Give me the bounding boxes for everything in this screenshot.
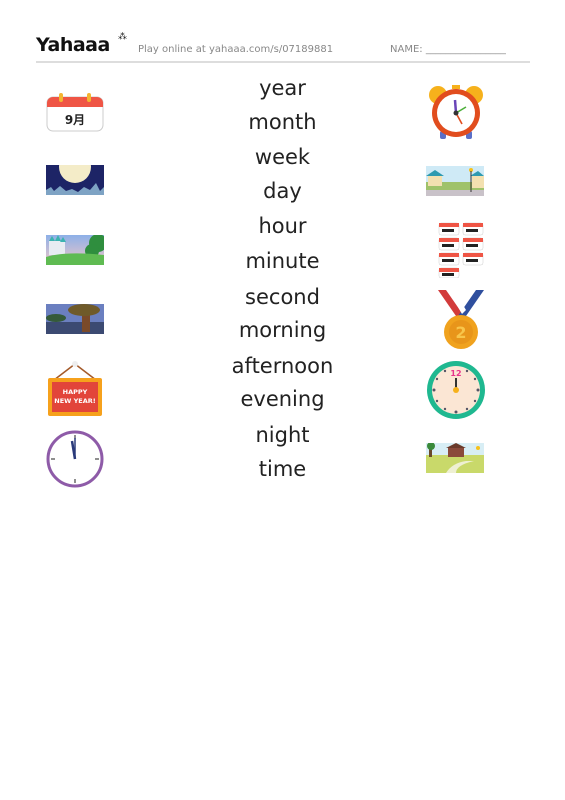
clock-twelve: 12: [450, 369, 461, 378]
svg-text:NEW YEAR!: NEW YEAR!: [54, 397, 95, 405]
header-divider: [36, 61, 530, 63]
worksheet-header: Yahaaa ⁂ Play online at yahaaa.com/s/071…: [36, 32, 530, 60]
weekly-calendar-icon: [438, 222, 484, 278]
alarm-clock-icon: [429, 85, 483, 139]
castle-morning-scene-icon: [46, 235, 104, 265]
wall-clock-midnight-icon: [46, 430, 104, 488]
tree-evening-scene-icon: [46, 304, 104, 334]
happy-new-year-sign-icon: HAPPY NEW YEAR!: [48, 361, 102, 416]
svg-text:HAPPY: HAPPY: [63, 388, 88, 396]
street-daytime-scene-icon: [426, 166, 484, 196]
yahaaa-logo[interactable]: Yahaaa: [36, 34, 110, 56]
name-field-label: NAME: ________________: [390, 44, 506, 55]
medal-number: 2: [455, 323, 466, 342]
house-afternoon-scene-icon: [426, 443, 484, 473]
calendar-icon: 9月: [46, 93, 104, 132]
calendar-label: 9月: [65, 113, 85, 127]
full-moon-night-icon: [46, 165, 104, 195]
noon-clock-icon: 12: [427, 361, 485, 419]
second-place-medal-icon: 2: [438, 290, 484, 349]
logo-spark-icon: ⁂: [118, 32, 127, 42]
play-online-link[interactable]: Play online at yahaaa.com/s/07189881: [138, 44, 333, 55]
